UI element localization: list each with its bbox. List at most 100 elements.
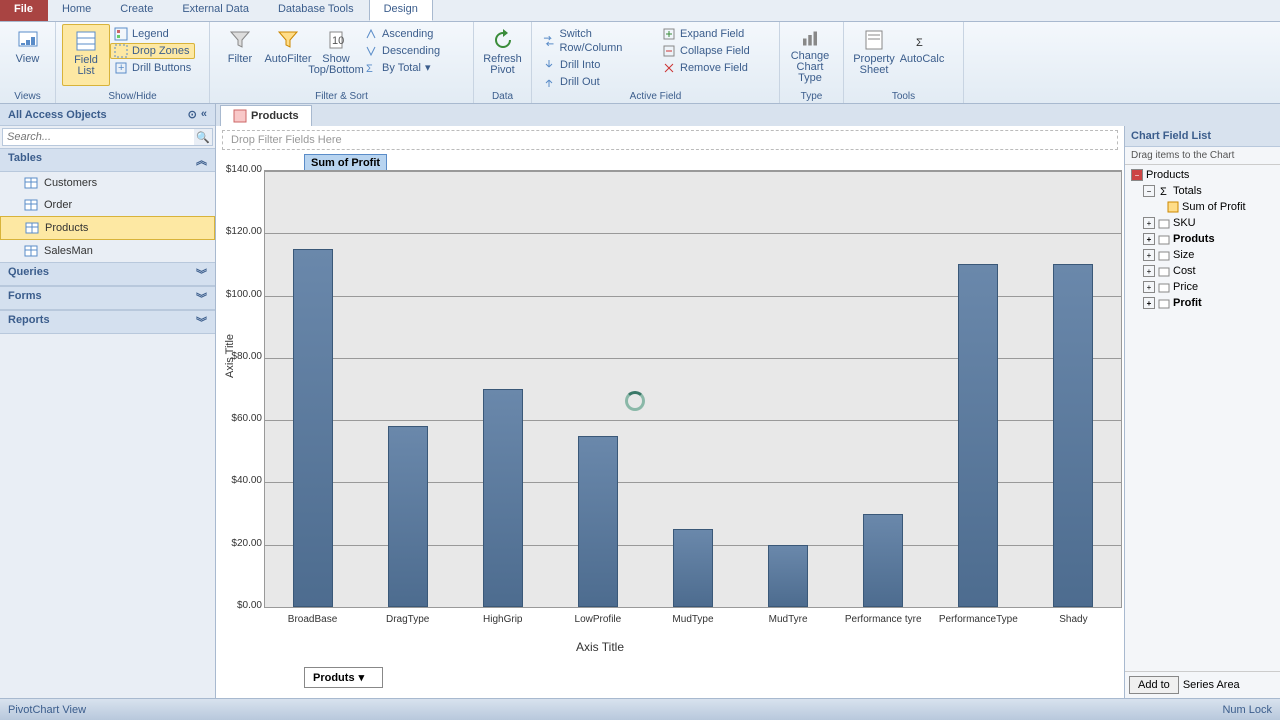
category-axis-field[interactable]: Produts ▾: [304, 667, 383, 688]
nav-group-tables[interactable]: Tables︽: [0, 148, 215, 172]
by-total-button[interactable]: ΣBy Total ▾: [360, 60, 444, 76]
chart-bar[interactable]: [673, 529, 713, 607]
x-tick-label: DragType: [362, 614, 454, 625]
nav-table-item[interactable]: SalesMan: [0, 240, 215, 262]
nav-collapse-icon[interactable]: «: [201, 108, 207, 121]
chart-bar[interactable]: [293, 249, 333, 607]
table-icon: [24, 244, 38, 258]
chart-bar[interactable]: [578, 436, 618, 607]
table-icon: [25, 221, 39, 235]
property-sheet-button[interactable]: Property Sheet: [850, 24, 898, 86]
field-list-totals[interactable]: −ΣTotals: [1127, 183, 1278, 199]
search-icon[interactable]: 🔍: [194, 129, 212, 145]
autocalc-button[interactable]: ΣAutoCalc: [898, 24, 946, 86]
ribbon: View Views Field List Legend Drop Zones …: [0, 22, 1280, 104]
drill-out-button[interactable]: Drill Out: [538, 74, 658, 90]
legend-icon: [114, 27, 128, 41]
nav-group-forms[interactable]: Forms︾: [0, 286, 215, 310]
nav-dropdown-icon[interactable]: ⊙: [188, 108, 197, 121]
plus-icon: +: [1143, 265, 1155, 277]
field-list-field[interactable]: +Produts: [1127, 231, 1278, 247]
x-tick-label: HighGrip: [457, 614, 549, 625]
field-icon: [1158, 217, 1170, 229]
expand-field-icon: [662, 27, 676, 41]
field-list-root[interactable]: −Products: [1127, 167, 1278, 183]
y-tick-label: $140.00: [216, 164, 262, 175]
change-chart-type-button[interactable]: Change Chart Type: [786, 24, 834, 86]
drill-buttons-button[interactable]: +Drill Buttons: [110, 60, 195, 76]
group-data-label: Data: [474, 91, 531, 102]
svg-text:Σ: Σ: [916, 37, 923, 49]
by-total-icon: Σ: [364, 61, 378, 75]
field-icon: [1158, 233, 1170, 245]
drill-into-button[interactable]: Drill Into: [538, 57, 658, 73]
chart-bar[interactable]: [863, 514, 903, 607]
expand-field-button[interactable]: Expand Field: [658, 26, 754, 42]
y-tick-label: $20.00: [216, 538, 262, 549]
nav-table-item[interactable]: Order: [0, 194, 215, 216]
ascending-button[interactable]: Ascending: [360, 26, 444, 42]
descending-button[interactable]: Descending: [360, 43, 444, 59]
field-list-field[interactable]: +Cost: [1127, 263, 1278, 279]
nav-table-item[interactable]: Customers: [0, 172, 215, 194]
top-bottom-icon: 10: [324, 28, 348, 52]
nav-search: 🔍: [2, 128, 213, 146]
search-input[interactable]: [3, 129, 194, 145]
main-area: Products Drop Filter Fields Here Sum of …: [216, 104, 1280, 698]
group-filtersort-label: Filter & Sort: [210, 91, 473, 102]
y-tick-label: $60.00: [216, 413, 262, 424]
chart-bar[interactable]: [768, 545, 808, 607]
chart-bar[interactable]: [958, 264, 998, 607]
y-tick-label: $40.00: [216, 475, 262, 486]
legend-button[interactable]: Legend: [110, 26, 195, 42]
chevron-down-icon: ︾: [196, 314, 207, 330]
drill-into-icon: [542, 58, 556, 72]
field-list-button[interactable]: Field List: [62, 24, 110, 86]
refresh-pivot-button[interactable]: Refresh Pivot: [480, 24, 525, 86]
field-list-field[interactable]: +Size: [1127, 247, 1278, 263]
table-icon: [24, 176, 38, 190]
field-list-field[interactable]: +SKU: [1127, 215, 1278, 231]
drill-buttons-icon: +: [114, 61, 128, 75]
x-tick-label: Shady: [1027, 614, 1119, 625]
tab-create[interactable]: Create: [106, 0, 168, 21]
collapse-field-button[interactable]: Collapse Field: [658, 43, 754, 59]
show-top-bottom-button[interactable]: 10Show Top/Bottom: [312, 24, 360, 86]
filter-button[interactable]: Filter: [216, 24, 264, 86]
nav-group-queries[interactable]: Queries︾: [0, 262, 215, 286]
x-tick-label: MudType: [647, 614, 739, 625]
view-button[interactable]: View: [6, 24, 49, 86]
nav-header[interactable]: All Access Objects ⊙«: [0, 104, 215, 126]
svg-text:10: 10: [332, 35, 344, 47]
field-list-sum-profit[interactable]: Sum of Profit: [1127, 199, 1278, 215]
pivot-chart[interactable]: Drop Filter Fields Here Sum of Profit Ax…: [216, 126, 1124, 698]
tab-external-data[interactable]: External Data: [168, 0, 264, 21]
field-list-field[interactable]: +Price: [1127, 279, 1278, 295]
autofilter-button[interactable]: AutoFilter: [264, 24, 312, 86]
chart-bar[interactable]: [1053, 264, 1093, 607]
tab-database-tools[interactable]: Database Tools: [264, 0, 369, 21]
plot-area: BroadBaseDragTypeHighGripLowProfileMudTy…: [264, 170, 1122, 608]
remove-field-button[interactable]: Remove Field: [658, 60, 754, 76]
plus-icon: +: [1143, 217, 1155, 229]
field-list-field[interactable]: +Profit: [1127, 295, 1278, 311]
series-area-label: Series Area: [1183, 679, 1240, 691]
tab-design[interactable]: Design: [369, 0, 433, 21]
nav-table-item[interactable]: Products: [0, 216, 215, 240]
chart-container: Drop Filter Fields Here Sum of Profit Ax…: [216, 126, 1280, 698]
status-bar: PivotChart View Num Lock: [0, 698, 1280, 720]
drill-out-icon: [542, 75, 556, 89]
drop-filter-zone[interactable]: Drop Filter Fields Here: [222, 130, 1118, 150]
document-tab-products[interactable]: Products: [220, 105, 312, 126]
nav-group-reports[interactable]: Reports︾: [0, 310, 215, 334]
chart-bar[interactable]: [388, 426, 428, 607]
tab-file[interactable]: File: [0, 0, 48, 21]
chart-type-icon: [798, 28, 822, 49]
y-tick-label: $80.00: [216, 351, 262, 362]
drop-zones-button[interactable]: Drop Zones: [110, 43, 195, 59]
switch-row-column-button[interactable]: Switch Row/Column: [538, 26, 658, 56]
add-to-button[interactable]: Add to: [1129, 676, 1179, 694]
chart-bar[interactable]: [483, 389, 523, 607]
minus-icon: −: [1131, 169, 1143, 181]
tab-home[interactable]: Home: [48, 0, 106, 21]
